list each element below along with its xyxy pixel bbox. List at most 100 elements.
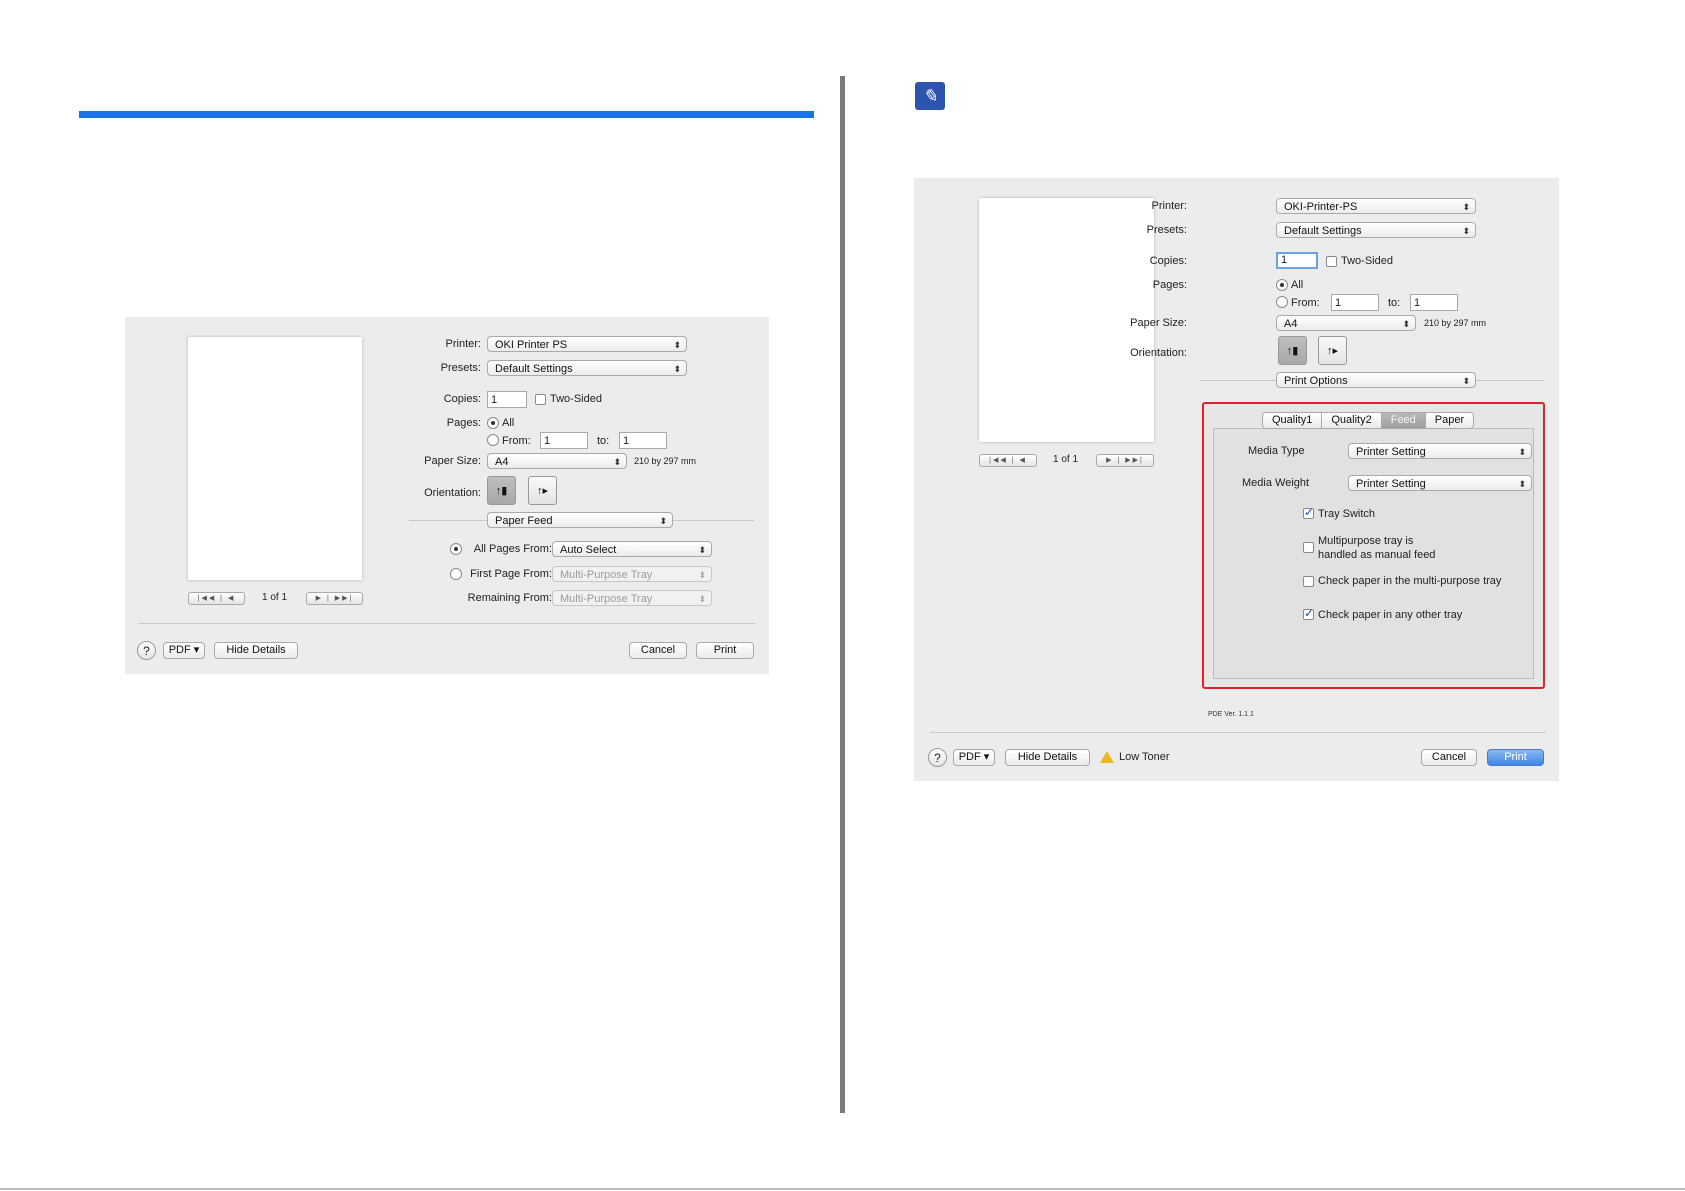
updown-arrow-icon: ⬍ [613,457,621,467]
first-page-from-radio[interactable] [450,568,462,580]
multipurpose-manual-checkbox[interactable] [1303,542,1314,553]
two-sided-checkbox[interactable] [535,394,546,405]
presets-value: Default Settings [1284,225,1362,237]
pages-from-field[interactable]: 1 [540,432,588,449]
tab-feed[interactable]: Feed [1381,413,1426,428]
pages-to-field[interactable]: 1 [1410,294,1458,311]
tray-switch-label: Tray Switch [1318,508,1376,520]
pde-version: PDE Ver. 1.1.1 [1208,711,1254,718]
all-pages-from-radio[interactable] [450,543,462,555]
pages-from-field[interactable]: 1 [1331,294,1379,311]
print-button[interactable]: Print [696,642,754,659]
updown-arrow-icon: ⬍ [659,516,667,526]
pdf-menu-button[interactable]: PDF ▾ [163,642,205,659]
section-value: Paper Feed [495,515,553,527]
media-weight-select[interactable]: Printer Setting ⬍ [1348,475,1532,491]
printer-value: OKI Printer PS [495,339,568,351]
presets-select[interactable]: Default Settings ⬍ [1276,222,1476,238]
section-select[interactable]: Print Options ⬍ [1276,372,1476,388]
updown-arrow-icon: ⬍ [1462,376,1470,386]
media-type-label: Media Type [1248,445,1305,457]
feed-options-panel: Quality1 Quality2 Feed Paper Media Type … [1202,402,1545,689]
paper-size-select[interactable]: A4 ⬍ [487,453,627,469]
preview-back-buttons[interactable]: |◀◀ | ◀ [979,454,1037,467]
pages-from-radio[interactable] [1276,296,1288,308]
multipurpose-manual-label-line2: handled as manual feed [1318,549,1436,561]
pages-all-label: All [502,417,515,429]
tray-switch-checkbox[interactable] [1303,505,1314,519]
pages-to-field[interactable]: 1 [619,432,667,449]
section-value: Print Options [1284,375,1348,387]
first-page-from-select[interactable]: Multi-Purpose Tray ⬍ [552,566,712,582]
two-sided-checkbox[interactable] [1326,256,1337,267]
updown-arrow-icon: ⬍ [1518,479,1526,489]
updown-arrow-icon: ⬍ [1402,319,1410,329]
hide-details-button[interactable]: Hide Details [214,642,298,659]
print-dialog-paper-feed: |◀◀ | ◀ 1 of 1 ▶ | ▶▶| Printer: OKI Prin… [125,317,769,674]
updown-arrow-icon: ⬍ [1518,447,1526,457]
updown-arrow-icon: ⬍ [698,594,706,604]
media-weight-label: Media Weight [1242,477,1310,489]
pages-all-radio[interactable] [487,417,499,429]
updown-arrow-icon: ⬍ [698,545,706,555]
paper-size-label: Paper Size: [1130,317,1187,329]
updown-arrow-icon: ⬍ [1462,226,1470,236]
pages-to-label: to: [1388,297,1401,309]
orientation-label: Orientation: [424,487,481,499]
printer-label: Printer: [445,338,481,350]
copies-field[interactable]: 1 [1276,252,1318,269]
printer-select[interactable]: OKI Printer PS ⬍ [487,336,687,352]
pages-from-label: From: [502,435,531,447]
presets-label: Presets: [440,362,481,374]
help-button[interactable]: ? [137,641,156,660]
hide-details-button[interactable]: Hide Details [1005,749,1090,766]
section-select[interactable]: Paper Feed ⬍ [487,512,673,528]
remaining-from-value: Multi-Purpose Tray [560,593,653,605]
pages-all-radio[interactable] [1276,279,1288,291]
paper-size-select[interactable]: A4 ⬍ [1276,315,1416,331]
presets-select[interactable]: Default Settings ⬍ [487,360,687,376]
check-mp-tray-label: Check paper in the multi-purpose tray [1318,575,1502,587]
remaining-from-label: Remaining From: [467,592,552,604]
portrait-orientation-icon[interactable]: ↑▮ [1278,336,1307,365]
two-sided-label: Two-Sided [1341,255,1393,267]
warning-triangle-icon [1100,751,1114,763]
cancel-button[interactable]: Cancel [629,642,687,659]
footer-rule [0,1188,1685,1190]
remaining-from-select[interactable]: Multi-Purpose Tray ⬍ [552,590,712,606]
tab-paper[interactable]: Paper [1426,413,1473,428]
help-button[interactable]: ? [928,748,947,767]
printer-select[interactable]: OKI-Printer-PS ⬍ [1276,198,1476,214]
updown-arrow-icon: ⬍ [698,570,706,580]
printer-value: OKI-Printer-PS [1284,201,1358,213]
options-tab-bar[interactable]: Quality1 Quality2 Feed Paper [1262,412,1475,429]
section-heading-rule [79,111,814,118]
media-type-value: Printer Setting [1356,446,1426,458]
tab-quality1[interactable]: Quality1 [1263,413,1323,428]
check-other-tray-checkbox[interactable] [1303,606,1314,620]
all-pages-from-select[interactable]: Auto Select ⬍ [552,541,712,557]
preview-forward-buttons[interactable]: ▶ | ▶▶| [1096,454,1154,467]
pages-to-label: to: [597,435,610,447]
portrait-orientation-icon[interactable]: ↑▮ [487,476,516,505]
paper-size-value: A4 [1284,318,1298,330]
landscape-orientation-icon[interactable]: ↑▸ [528,476,557,505]
cancel-button[interactable]: Cancel [1421,749,1477,766]
printer-label: Printer: [1151,200,1187,212]
pencil-note-icon: ✎ [915,82,945,110]
preview-forward-buttons[interactable]: ▶ | ▶▶| [306,592,363,605]
first-page-from-value: Multi-Purpose Tray [560,569,653,581]
check-mp-tray-checkbox[interactable] [1303,576,1314,587]
tab-quality2[interactable]: Quality2 [1322,413,1382,428]
page-counter: 1 of 1 [1053,454,1079,465]
copies-field[interactable]: 1 [487,391,527,408]
print-dialog-print-options: |◀◀ | ◀ 1 of 1 ▶ | ▶▶| Printer: OKI-Prin… [914,178,1559,781]
media-type-select[interactable]: Printer Setting ⬍ [1348,443,1532,459]
pages-from-radio[interactable] [487,434,499,446]
landscape-orientation-icon[interactable]: ↑▸ [1318,336,1347,365]
preview-back-buttons[interactable]: |◀◀ | ◀ [188,592,245,605]
print-button[interactable]: Print [1487,749,1544,766]
updown-arrow-icon: ⬍ [673,364,681,374]
copies-label: Copies: [443,393,481,405]
pdf-menu-button[interactable]: PDF ▾ [953,749,995,766]
